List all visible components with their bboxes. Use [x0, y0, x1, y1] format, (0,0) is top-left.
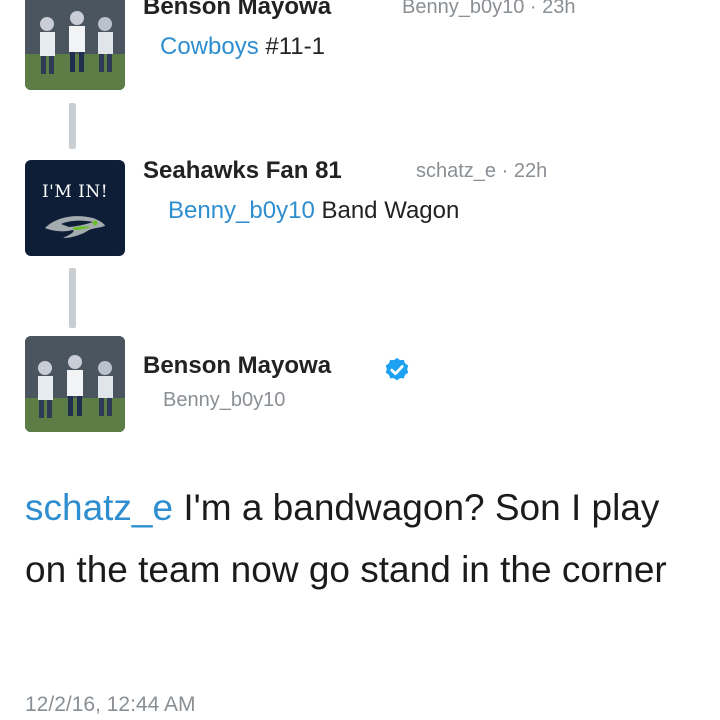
thread-connector-line [69, 268, 76, 328]
focused-author-name[interactable]: Benson Mayowa [143, 352, 331, 380]
football-players-photo [25, 0, 125, 90]
thread-connector-line [69, 103, 76, 149]
tweet-time[interactable]: 22h [514, 160, 547, 182]
avatar[interactable] [25, 336, 125, 432]
tweet-timestamp: 12/2/16, 12:44 AM [25, 693, 196, 716]
tweet-time[interactable]: 23h [542, 0, 575, 18]
avatar[interactable] [25, 0, 125, 90]
focused-handle[interactable]: Benny_b0y10 [163, 389, 285, 412]
focused-tweet-text: schatz_e I'm a bandwagon? Son I play on … [25, 477, 705, 601]
tweet-reply-text: Cowboys #11-1 [160, 33, 325, 61]
tweet-handle-time: schatz_e · 22h [416, 160, 548, 182]
tweet-author-name[interactable]: Seahawks Fan 81 [143, 157, 342, 185]
football-players-photo [25, 336, 125, 432]
tweet-handle[interactable]: schatz_e [416, 160, 496, 182]
mention-link[interactable]: Benny_b0y10 [168, 197, 315, 224]
verified-badge-icon [385, 357, 409, 381]
tweet-handle-time: Benny_b0y10 · 23h [402, 0, 575, 19]
seahawks-logo-icon [45, 216, 105, 238]
tweet-reply-text: Benny_b0y10 Band Wagon [168, 197, 459, 225]
tweet-body: Band Wagon [321, 197, 460, 224]
tweet-author-name[interactable]: Benson Mayowa [143, 0, 331, 21]
avatar[interactable]: I'M IN! [25, 160, 125, 256]
mention-link[interactable]: Cowboys [160, 33, 259, 60]
tweet-body: #11-1 [265, 33, 325, 60]
avatar-caption: I'M IN! [41, 182, 109, 202]
tweet-handle[interactable]: Benny_b0y10 [402, 0, 524, 18]
mention-link[interactable]: schatz_e [25, 487, 173, 528]
